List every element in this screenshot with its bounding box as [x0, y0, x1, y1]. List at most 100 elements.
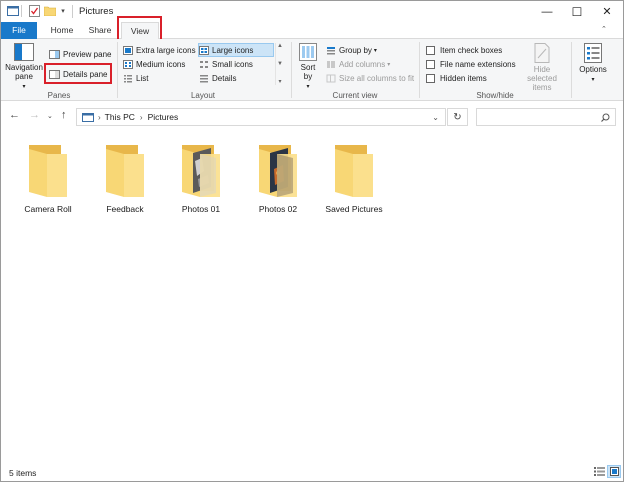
this-pc-icon — [82, 112, 94, 122]
large-icons-view-button[interactable] — [607, 465, 621, 478]
hide-selected-items-icon — [534, 43, 550, 63]
status-bar: 5 items — [1, 462, 623, 481]
hide-selected-items-label: Hide selected items — [527, 65, 557, 92]
extra-large-icons-option[interactable]: Extra large icons — [123, 44, 196, 57]
large-icons-label: Large icons — [212, 46, 254, 55]
file-name-extensions-toggle[interactable]: File name extensions — [426, 58, 516, 71]
tab-home[interactable]: Home — [45, 22, 79, 39]
back-arrow-icon[interactable]: ← — [9, 109, 20, 121]
preview-pane-icon — [49, 50, 60, 59]
recent-locations-chevron-icon[interactable]: ⌄ — [47, 112, 53, 120]
tab-view[interactable]: View — [121, 22, 159, 40]
small-icons-icon — [200, 61, 208, 68]
ribbon-tab-bar: File Home Share View — [1, 22, 623, 40]
new-folder-icon[interactable] — [44, 4, 56, 18]
folder-icon — [106, 145, 144, 197]
details-icon — [200, 75, 208, 83]
group-by-label: Group by — [339, 46, 372, 55]
options-icon — [584, 43, 602, 63]
folder-item[interactable]: Feedback — [90, 141, 160, 221]
size-columns-icon — [326, 74, 336, 83]
details-pane-button[interactable]: Details pane — [49, 68, 107, 81]
close-button[interactable]: ✕ — [592, 1, 622, 22]
small-icons-option[interactable]: Small icons — [199, 58, 253, 71]
item-count: 5 items — [9, 468, 37, 478]
small-icons-label: Small icons — [212, 60, 253, 69]
file-explorer-window: ▾ Pictures — ☐ ✕ File Home Share View Na… — [0, 0, 624, 482]
folder-item[interactable]: Camera Roll — [13, 141, 83, 221]
item-check-boxes-label: Item check boxes — [440, 46, 503, 55]
tab-share[interactable]: Share — [83, 22, 117, 39]
sort-by-icon — [299, 43, 317, 61]
window-title: Pictures — [79, 6, 114, 17]
up-arrow-icon[interactable]: ↑ — [61, 109, 67, 121]
app-icon[interactable] — [7, 4, 19, 18]
group-by-button[interactable]: Group by ▾ — [326, 44, 377, 57]
hide-selected-items-button[interactable]: Hide selected items — [516, 43, 568, 92]
collapse-ribbon-icon[interactable]: ⌃ — [601, 25, 607, 33]
navigation-pane-label: Navigation pane — [5, 63, 43, 81]
medium-icons-option[interactable]: Medium icons — [123, 58, 185, 71]
expand-gallery-icon[interactable]: ▾ — [278, 78, 281, 85]
search-input[interactable] — [481, 110, 599, 124]
address-history-chevron-icon[interactable]: ⌄ — [432, 113, 439, 122]
search-box[interactable] — [476, 108, 616, 126]
file-name-extensions-checkbox[interactable] — [426, 60, 435, 69]
item-check-boxes-toggle[interactable]: Item check boxes — [426, 44, 502, 57]
folder-item[interactable]: Photos 02 — [243, 141, 313, 221]
qa-separator — [21, 4, 22, 18]
list-option[interactable]: List — [123, 72, 148, 85]
hidden-items-checkbox[interactable] — [426, 74, 435, 83]
medium-icons-label: Medium icons — [136, 60, 186, 69]
folder-name: Saved Pictures — [325, 204, 383, 214]
folder-with-photo-icon — [259, 145, 297, 197]
hidden-items-toggle[interactable]: Hidden items — [426, 72, 487, 85]
folder-item[interactable]: Saved Pictures — [319, 141, 389, 221]
folder-name: Photos 02 — [258, 204, 298, 214]
add-columns-dropdown-icon: ▾ — [387, 62, 391, 68]
group-separator — [291, 42, 292, 98]
properties-icon[interactable] — [28, 4, 40, 18]
size-all-columns-button[interactable]: Size all columns to fit — [326, 72, 414, 85]
details-option[interactable]: Details — [199, 72, 236, 85]
folder-name: Feedback — [106, 204, 144, 214]
breadcrumb-this-pc[interactable]: This PC — [105, 112, 135, 122]
folder-with-photo-icon — [182, 145, 220, 197]
options-label: Options — [579, 65, 607, 74]
navigation-pane-button[interactable]: Navigation pane ▾ — [5, 43, 43, 92]
item-check-boxes-checkbox[interactable] — [426, 46, 435, 55]
title-bar: ▾ Pictures — ☐ ✕ — [1, 1, 623, 22]
title-separator — [72, 5, 73, 18]
sort-by-button[interactable]: Sort by ▾ — [295, 43, 321, 92]
forward-arrow-icon[interactable]: → — [29, 109, 40, 121]
folder-item[interactable]: Photos 01 — [166, 141, 236, 221]
navigation-bar: ← → ⌄ ↑ › This PC › Pictures ⌄ ↻ — [1, 102, 623, 131]
medium-icons-icon — [123, 60, 133, 69]
preview-pane-button[interactable]: Preview pane — [49, 48, 111, 61]
breadcrumb-pictures[interactable]: Pictures — [148, 112, 179, 122]
layout-gallery-scroll[interactable]: ▲ ▼ ▾ — [275, 43, 284, 85]
folder-icon — [335, 145, 373, 197]
details-pane-icon — [49, 70, 60, 79]
options-button[interactable]: Options ▾ — [575, 43, 611, 85]
address-bar[interactable]: › This PC › Pictures ⌄ — [76, 108, 446, 126]
breadcrumb-chevron-icon[interactable]: › — [98, 113, 101, 122]
panes-group-label: Panes — [47, 91, 71, 100]
ribbon: Navigation pane ▾ Preview pane Details p… — [1, 26, 623, 101]
search-icon — [601, 113, 610, 122]
maximize-button[interactable]: ☐ — [562, 1, 592, 22]
scroll-down-icon[interactable]: ▼ — [277, 61, 283, 67]
add-columns-button[interactable]: Add columns ▾ — [326, 58, 390, 71]
refresh-icon[interactable]: ↻ — [447, 108, 468, 126]
details-view-button[interactable] — [592, 465, 606, 478]
large-icons-option[interactable]: Large icons — [199, 44, 253, 57]
breadcrumb-chevron-icon[interactable]: › — [140, 113, 143, 122]
minimize-button[interactable]: — — [532, 1, 562, 22]
folder-name: Camera Roll — [24, 204, 72, 214]
scroll-up-icon[interactable]: ▲ — [277, 43, 283, 49]
customize-toolbar-chevron-icon[interactable]: ▾ — [59, 4, 67, 18]
navigation-pane-icon — [14, 43, 34, 61]
group-separator — [117, 42, 118, 98]
tab-file[interactable]: File — [1, 22, 37, 39]
show-hide-group-label: Show/hide — [476, 91, 514, 100]
